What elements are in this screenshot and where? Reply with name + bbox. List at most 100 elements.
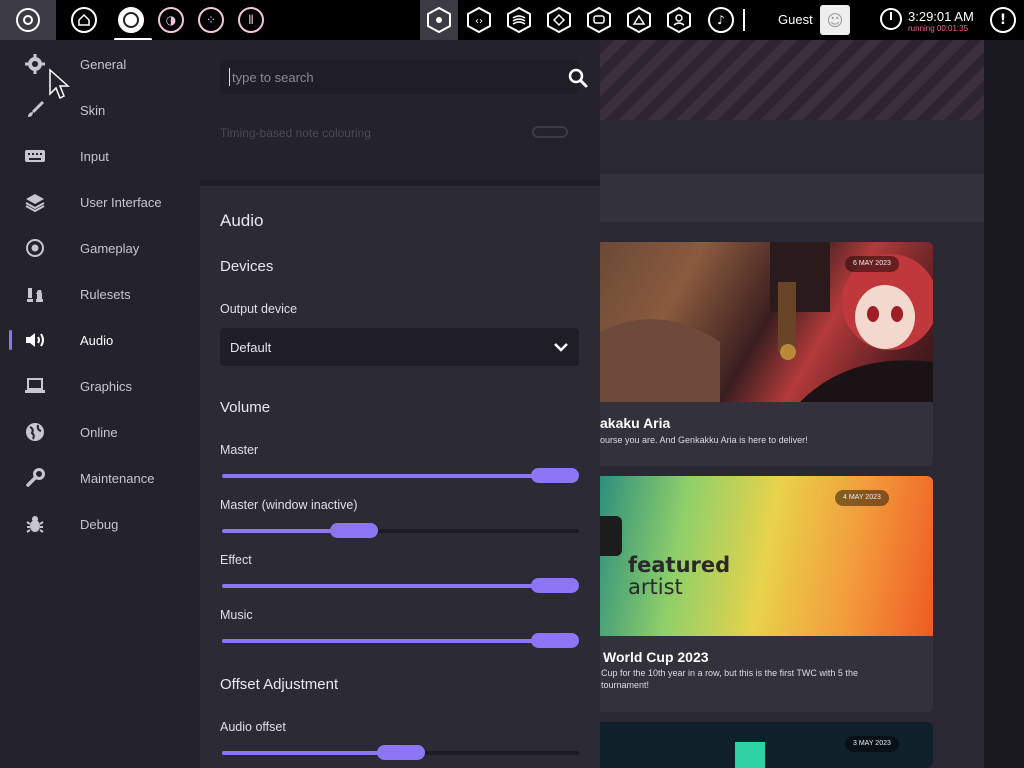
music-volume-label: Music: [220, 608, 253, 622]
notifications-button[interactable]: !: [990, 7, 1016, 33]
now-playing-button[interactable]: ♪: [708, 7, 734, 33]
sidebar-item-label: Gameplay: [80, 240, 140, 256]
effect-volume-slider[interactable]: [222, 578, 579, 594]
faded-setting-toggle[interactable]: [532, 126, 568, 138]
osu-icon: [123, 12, 139, 28]
featured-artist-logo: featured artist: [628, 553, 731, 599]
rankings-button[interactable]: [546, 7, 572, 33]
effect-volume-label: Effect: [220, 553, 252, 567]
news-card-image: 6 MAY 2023: [600, 242, 933, 402]
bug-icon: [24, 513, 46, 535]
toolbar-separator: [743, 9, 745, 31]
ruleset-mania-button[interactable]: ⦀: [238, 7, 264, 33]
sidebar-item-label: Graphics: [80, 378, 133, 394]
catch-icon: ⁘: [205, 13, 217, 27]
sidebar-item-label: Debug: [80, 516, 119, 532]
slider-knob[interactable]: [330, 523, 379, 538]
settings-sidebar: General Skin Input User Interface Gamepl…: [0, 40, 200, 768]
exclamation-icon: !: [999, 12, 1007, 28]
audio-offset-label: Audio offset: [220, 720, 286, 734]
slider-fill: [222, 474, 555, 478]
search-icon[interactable]: [568, 68, 588, 88]
ruleset-taiko-button[interactable]: ◑: [158, 7, 184, 33]
chat-icon: ‹›: [467, 7, 491, 33]
mouse-cursor-icon: [49, 68, 70, 100]
user-name[interactable]: Guest: [778, 12, 813, 27]
master-volume-slider[interactable]: [222, 468, 579, 484]
speaker-icon: [24, 329, 46, 351]
news-card-description: ourse you are. And Genkakku Aria is here…: [600, 435, 808, 445]
master-inactive-volume-slider[interactable]: [222, 523, 579, 539]
chess-icon: [24, 283, 46, 305]
multiplayer-button[interactable]: [666, 7, 692, 33]
search-box[interactable]: [220, 60, 588, 94]
settings-button[interactable]: [0, 0, 56, 40]
sidebar-item-user-interface[interactable]: User Interface: [0, 179, 200, 225]
layers-icon: [24, 191, 46, 213]
music-volume-slider[interactable]: [222, 633, 579, 649]
sidebar-item-maintenance[interactable]: Maintenance: [0, 455, 200, 501]
clock-icon[interactable]: [880, 8, 902, 30]
activity-button[interactable]: [506, 7, 532, 33]
volume-title: Volume: [220, 399, 271, 416]
sidebar-item-general[interactable]: General: [0, 41, 200, 87]
sidebar-active-indicator: [9, 330, 12, 350]
gear-icon: [24, 53, 46, 75]
globe-icon: [24, 421, 46, 443]
sidebar-item-audio[interactable]: Audio: [0, 317, 200, 363]
keyboard-icon: [24, 145, 46, 167]
ruleset-catch-button[interactable]: ⁘: [198, 7, 224, 33]
sidebar-item-rulesets[interactable]: Rulesets: [0, 271, 200, 317]
rankings-icon: [547, 7, 571, 33]
slider-knob[interactable]: [531, 633, 579, 648]
home-button[interactable]: [71, 7, 97, 33]
output-device-value: Default: [230, 340, 272, 355]
sidebar-item-input[interactable]: Input: [0, 133, 200, 179]
audio-offset-slider[interactable]: [222, 745, 579, 761]
clock-running-time: running 00:01:35: [908, 24, 969, 33]
news-card-date: 6 MAY 2023: [845, 256, 899, 272]
beatmap-listing-button[interactable]: [420, 0, 458, 40]
sidebar-item-label: Maintenance: [80, 470, 155, 486]
sidebar-item-debug[interactable]: Debug: [0, 501, 200, 547]
avatar[interactable]: ☺: [820, 5, 850, 35]
news-card-image: 3 MAY 2023: [600, 722, 933, 768]
beatmap-listing-icon: [427, 7, 451, 33]
search-input[interactable]: [229, 68, 529, 86]
changelog-button[interactable]: [626, 7, 652, 33]
slider-knob[interactable]: [531, 468, 579, 483]
clock-time[interactable]: 3:29:01 AM: [908, 9, 974, 24]
section-divider: [200, 180, 600, 186]
search-header: Timing-based note colouring: [200, 40, 600, 180]
news-header-banner: [600, 40, 984, 120]
devices-title: Devices: [220, 258, 274, 275]
news-card-title: akaku Aria: [600, 415, 671, 431]
sidebar-item-online[interactable]: Online: [0, 409, 200, 455]
news-card[interactable]: 6 MAY 2023 akaku Aria ourse you are. And…: [600, 242, 933, 466]
gear-icon: [16, 8, 40, 32]
sidebar-item-label: Input: [80, 148, 109, 164]
sidebar-item-graphics[interactable]: Graphics: [0, 363, 200, 409]
news-button[interactable]: [586, 7, 612, 33]
activity-icon: [507, 7, 531, 33]
news-card-date: 4 MAY 2023: [835, 490, 889, 506]
news-card[interactable]: 4 MAY 2023 featured artist World Cup 2023…: [600, 476, 933, 712]
sidebar-item-skin[interactable]: Skin: [0, 87, 200, 133]
slider-fill: [222, 751, 401, 755]
news-card-image: 4 MAY 2023 featured artist: [600, 476, 933, 636]
toolbar: ◑ ⁘ ⦀ ‹› ♪ Guest ☺ 3:29:01 AM running 00…: [0, 0, 1024, 41]
output-device-label: Output device: [220, 302, 298, 316]
ruleset-osu-button[interactable]: [118, 7, 144, 33]
music-icon: ♪: [717, 13, 725, 27]
sidebar-item-label: Rulesets: [80, 286, 131, 302]
sidebar-item-gameplay[interactable]: Gameplay: [0, 225, 200, 271]
slider-knob[interactable]: [376, 745, 425, 760]
paintbrush-icon: [24, 99, 46, 121]
chat-button[interactable]: ‹›: [466, 7, 492, 33]
news-card[interactable]: 3 MAY 2023: [600, 722, 933, 768]
target-icon: [24, 237, 46, 259]
output-device-dropdown[interactable]: Default: [220, 328, 579, 366]
sidebar-item-label: Skin: [80, 102, 106, 118]
slider-knob[interactable]: [531, 578, 579, 593]
faded-setting-label: Timing-based note colouring: [220, 126, 371, 140]
